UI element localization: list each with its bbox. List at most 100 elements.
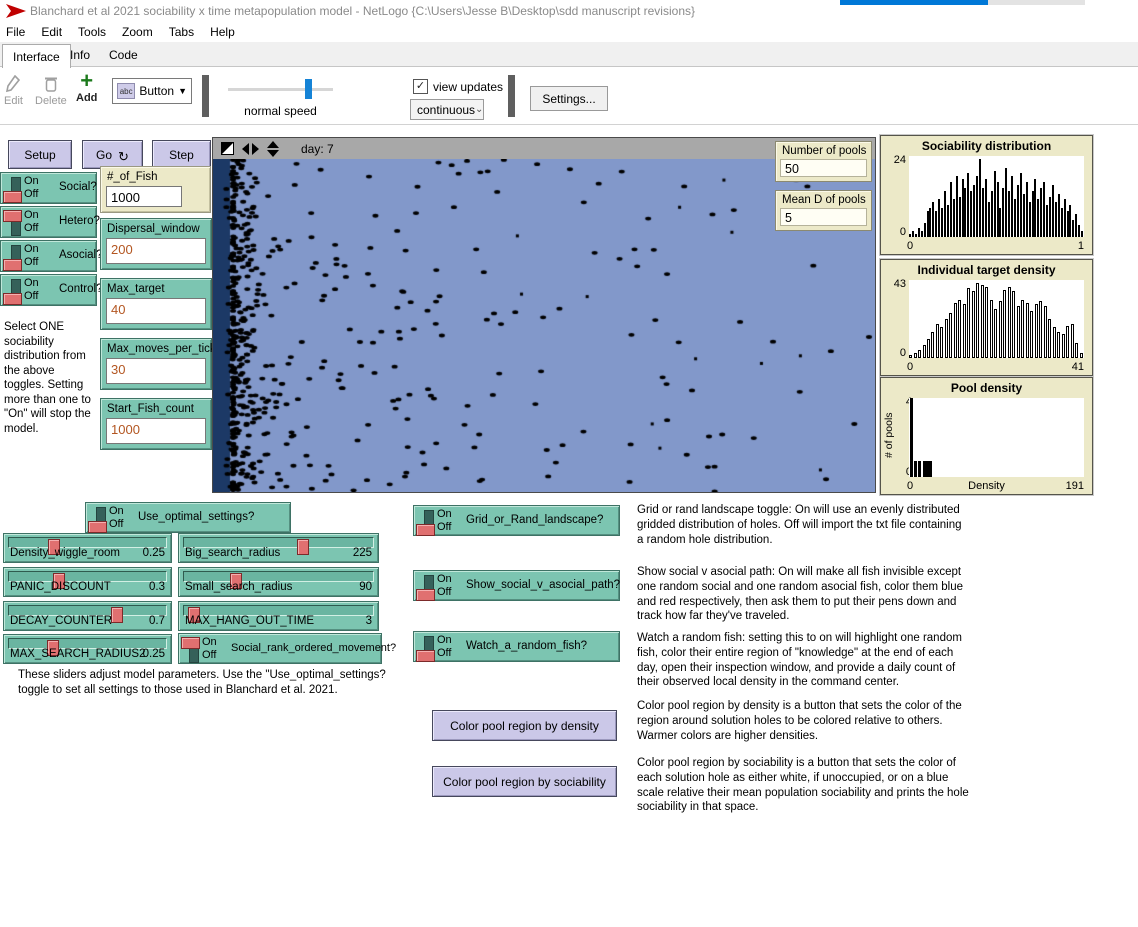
slider-value: 0.7 (149, 615, 165, 627)
slider-handle[interactable] (297, 539, 309, 555)
edit-button[interactable]: Edit (4, 75, 23, 107)
menu-file[interactable]: File (6, 25, 25, 39)
update-mode-value: continuous (417, 103, 475, 117)
x-max-tick: 1 (1078, 240, 1084, 252)
slider-max-search-radius2[interactable]: MAX_SEARCH_RADIUS2 0.25 (3, 634, 172, 664)
forever-icon: ↻ (118, 149, 129, 165)
monitor-mean-d-of-pools: Mean D of pools 5 (775, 190, 872, 231)
switch-knob[interactable] (416, 524, 435, 536)
input-value[interactable]: 1000 (106, 418, 206, 444)
plot-area (909, 156, 1084, 237)
resize-view-icon[interactable] (221, 142, 234, 155)
edit-label: Edit (4, 95, 23, 107)
color-pool-region-by-density-button[interactable]: Color pool region by density (432, 710, 617, 741)
desc-color-by-sociability: Color pool region by sociability is a bu… (637, 756, 969, 815)
menu-help[interactable]: Help (210, 25, 235, 39)
toolbar: Edit Delete + Add abc Button ▼ normal sp… (0, 67, 1138, 125)
select-one-note: Select ONE sociability distribution from… (4, 320, 97, 436)
go-button[interactable]: Go ↻ (82, 140, 143, 169)
add-label: Add (76, 92, 97, 104)
slider-label: Density_wiggle_room (10, 547, 120, 559)
netlogo-logo-icon (6, 4, 26, 18)
switch-social-rank-ordered-movement[interactable]: OnOff Social_rank_ordered_movement? (178, 633, 382, 664)
checkbox-check-icon[interactable]: ✓ (413, 79, 428, 94)
title-bar: Blanchard et al 2021 sociability x time … (0, 0, 1138, 22)
menu-edit[interactable]: Edit (41, 25, 62, 39)
switch-label: Social? (59, 181, 97, 193)
switch-knob[interactable] (88, 521, 107, 533)
menu-tools[interactable]: Tools (78, 25, 106, 39)
switch-control[interactable]: OnOff Control? (0, 274, 97, 306)
step-button[interactable]: Step (152, 140, 211, 169)
add-button[interactable]: + Add (76, 72, 97, 104)
switch-label: Social_rank_ordered_movement? (231, 642, 396, 654)
switch-knob[interactable] (416, 650, 435, 662)
desc-color-by-density: Color pool region by density is a button… (637, 699, 969, 743)
day-counter: day: 7 (301, 142, 334, 156)
input-start-fish-count[interactable]: Start_Fish_count 1000 (100, 398, 212, 450)
switch-knob[interactable] (3, 210, 22, 222)
switch-knob[interactable] (3, 191, 22, 203)
slider-decay-counter[interactable]: DECAY_COUNTER 0.7 (3, 601, 172, 631)
view-updates-checkbox[interactable]: ✓ view updates (413, 79, 503, 94)
slider-value: 0.25 (143, 648, 165, 660)
input-dispersal-window[interactable]: Dispersal_window 200 (100, 218, 212, 270)
button-label: Color pool region by density (450, 719, 599, 733)
slider-label: Big_search_radius (185, 547, 280, 559)
x-max-tick: 41 (1072, 361, 1084, 373)
switch-knob[interactable] (416, 589, 435, 601)
speed-slider-track[interactable] (228, 88, 333, 91)
slider-big-search-radius[interactable]: Big_search_radius 225 (178, 533, 379, 563)
plot-title: Pool density (881, 381, 1092, 395)
delete-button[interactable]: Delete (35, 75, 67, 107)
horizontal-arrows-icon[interactable] (242, 143, 259, 155)
plus-icon: + (80, 72, 93, 90)
switch-social[interactable]: OnOff Social? (0, 172, 97, 204)
slider-max-hang-out-time[interactable]: MAX_HANG_OUT_TIME 3 (178, 601, 379, 631)
input-value[interactable]: 200 (106, 238, 206, 264)
input-value[interactable]: 1000 (106, 186, 182, 207)
input-value[interactable]: 30 (106, 358, 206, 384)
switch-hetero[interactable]: OnOff Hetero? (0, 206, 97, 238)
switch-use-optimal-settings[interactable]: OnOff Use_optimal_settings? (85, 502, 291, 533)
switch-knob[interactable] (3, 293, 22, 305)
y-max-tick: 24 (885, 154, 906, 166)
switch-show-social-v-asocial-path[interactable]: OnOff Show_social_v_asocial_path? (413, 570, 620, 601)
settings-button[interactable]: Settings... (530, 86, 608, 111)
slider-density-wiggle-room[interactable]: Density_wiggle_room 0.25 (3, 533, 172, 563)
monitor-label: Mean D of pools (782, 194, 866, 206)
input-value[interactable]: 40 (106, 298, 206, 324)
input-label: Max_moves_per_tick (107, 343, 216, 355)
slider-value: 0.3 (149, 581, 165, 593)
input-label: Start_Fish_count (107, 403, 194, 415)
tab-interface[interactable]: Interface (2, 44, 71, 68)
switch-knob[interactable] (181, 637, 200, 649)
dropdown-arrow-icon: ▼ (178, 86, 187, 96)
monitor-label: Number of pools (782, 145, 866, 157)
setup-button[interactable]: Setup (8, 140, 72, 169)
input-label: Max_target (107, 283, 165, 295)
plot-sociability-distribution: Sociability distribution 24 0 0 1 (880, 135, 1093, 255)
slider-small-search-radius[interactable]: Small_search_radius 90 (178, 567, 379, 597)
input-max-target[interactable]: Max_target 40 (100, 278, 212, 330)
input-number-of-fish[interactable]: #_of_Fish 1000 (100, 166, 211, 213)
vertical-arrows-icon[interactable] (267, 141, 279, 157)
menu-tabs[interactable]: Tabs (169, 25, 194, 39)
color-pool-region-by-sociability-button[interactable]: Color pool region by sociability (432, 766, 617, 797)
tab-code[interactable]: Code (99, 44, 148, 66)
switch-asocial[interactable]: OnOff Asocial? (0, 240, 97, 272)
switch-watch-a-random-fish[interactable]: OnOff Watch_a_random_fish? (413, 631, 620, 662)
slider-panic-discount[interactable]: PANIC_DISCOUNT 0.3 (3, 567, 172, 597)
switch-label: Hetero? (59, 215, 100, 227)
input-max-moves-per-tick[interactable]: Max_moves_per_tick 30 (100, 338, 212, 390)
slider-label: MAX_SEARCH_RADIUS2 (10, 648, 145, 660)
widget-type-dropdown[interactable]: abc Button ▼ (112, 78, 192, 104)
slider-handle[interactable] (111, 607, 123, 623)
on-off-labels: OnOff (437, 573, 452, 599)
desc-watch-a-random-fish: Watch a random fish: setting this to on … (637, 631, 969, 690)
switch-knob[interactable] (3, 259, 22, 271)
speed-slider-handle[interactable] (305, 79, 312, 99)
switch-grid-or-rand-landscape[interactable]: OnOff Grid_or_Rand_landscape? (413, 505, 620, 536)
update-mode-dropdown[interactable]: continuous ⌄ (410, 99, 484, 120)
menu-zoom[interactable]: Zoom (122, 25, 153, 39)
